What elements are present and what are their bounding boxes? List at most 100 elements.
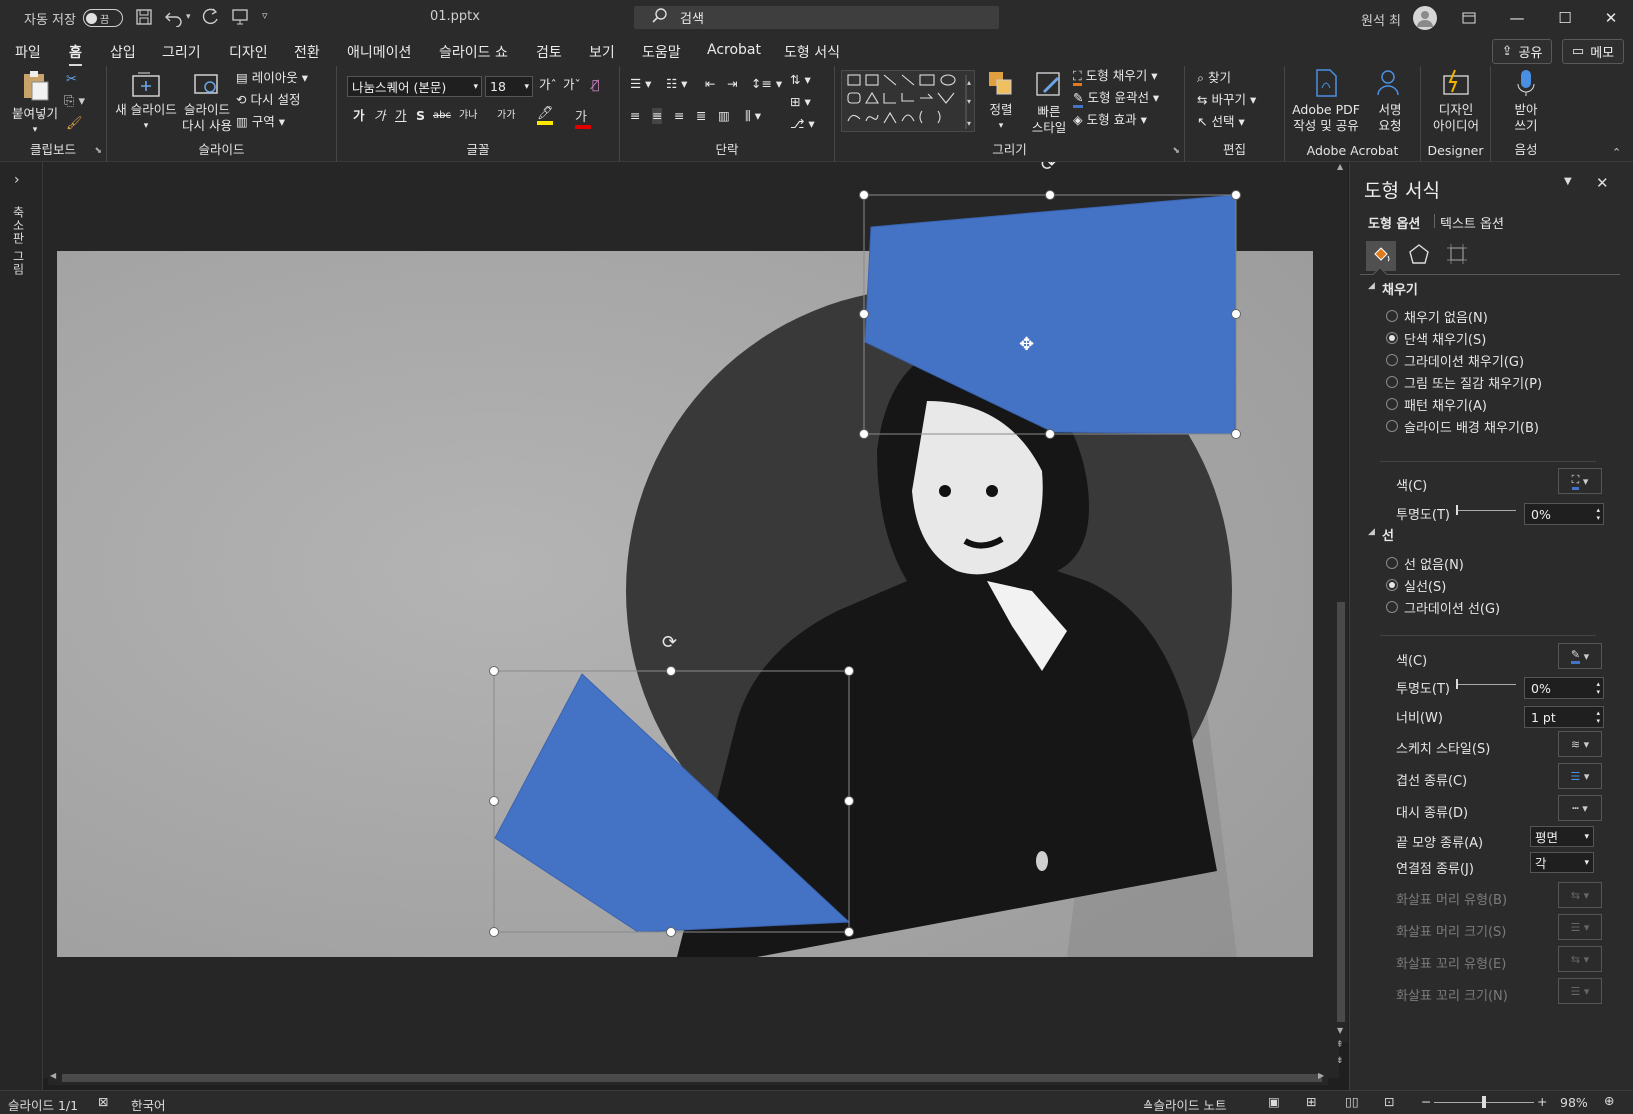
dash-type-picker[interactable]: ┅ ▾ [1558,795,1602,821]
decrease-indent-icon[interactable]: ⇤ [705,76,715,92]
save-icon[interactable] [135,8,153,30]
expand-chevron-icon[interactable]: › [14,172,20,188]
fill-option-pattern[interactable]: 패턴 채우기(A) [1386,397,1542,414]
collapse-ribbon-icon[interactable]: ⌃ [1612,146,1621,159]
arrow-end-size-picker[interactable]: ☰ ▾ [1558,978,1602,1004]
pane-close-icon[interactable]: ✕ [1596,174,1609,192]
select-button[interactable]: ↖ 선택 ▾ [1197,114,1245,130]
resize-handle[interactable] [489,927,499,937]
line-spacing-icon[interactable]: ↕≡ ▾ [751,76,782,92]
share-button[interactable]: ⇪ 공유 [1492,39,1552,64]
normal-view-icon[interactable]: ▣ [1268,1094,1280,1109]
resize-handle[interactable] [1231,190,1241,200]
autosave-toggle[interactable]: 끔 [83,9,123,27]
language-indicator[interactable]: 한국어 [131,1095,166,1114]
tab-design[interactable]: 디자인 [229,42,268,62]
arrange-button[interactable]: 정렬 ▾ [981,70,1021,134]
request-signature-button[interactable]: 서명 요청 [1367,68,1413,134]
reset-button[interactable]: ⟲ 다시 설정 [236,92,300,108]
accessibility-icon[interactable]: ⊠ [98,1094,108,1109]
highlight-color-button[interactable]: 🖊︎ [537,106,554,125]
design-ideas-button[interactable]: 디자인 아이디어 [1425,68,1487,134]
scroll-thumb[interactable] [62,1074,1322,1082]
undo-dropdown-icon[interactable]: ▾ [186,12,191,22]
tab-acrobat[interactable]: Acrobat [707,42,761,58]
pane-options-icon[interactable]: ▼ [1564,176,1572,187]
cut-icon[interactable]: ✂ [66,72,77,87]
justify-icon[interactable]: ≣ [696,108,706,124]
create-pdf-button[interactable]: Adobe PDF 작성 및 공유 [1289,68,1363,134]
tab-insert[interactable]: 삽입 [110,42,136,62]
line-color-picker[interactable]: ✎ ▾ [1558,643,1602,669]
strikethrough-button[interactable]: abc [433,108,451,124]
reuse-slides-button[interactable]: 슬라이드 다시 사용 [179,70,235,134]
present-icon[interactable] [231,8,249,30]
tab-home[interactable]: 홈 [69,42,82,67]
scroll-thumb[interactable] [1337,602,1345,1022]
bold-button[interactable]: 가 [353,108,365,124]
memo-button[interactable]: ▭ 메모 [1562,39,1624,64]
compound-type-picker[interactable]: ☰ ▾ [1558,763,1602,789]
text-direction-icon[interactable]: ⇅ ▾ [790,72,811,88]
size-properties-tab[interactable] [1442,241,1472,271]
zoom-out-icon[interactable]: − [1421,1094,1431,1109]
resize-handle[interactable] [1231,429,1241,439]
maximize-button[interactable]: ☐ [1541,0,1589,36]
tab-shape-options[interactable]: 도형 옵션 [1368,213,1420,232]
tab-help[interactable]: 도움말 [642,42,681,62]
shape-outline-button[interactable]: ✎ 도형 윤곽선 ▾ [1073,90,1159,108]
line-width-input[interactable]: 1 pt ▴ ▾ [1524,706,1604,728]
fill-transparency-slider[interactable] [1456,505,1516,515]
copy-icon[interactable]: ⎘ ▾ [64,94,85,109]
arrow-begin-size-picker[interactable]: ☰ ▾ [1558,914,1602,940]
cap-type-select[interactable]: 평면 ▾ [1530,826,1594,847]
avatar[interactable] [1413,6,1437,30]
increase-indent-icon[interactable]: ⇥ [727,76,737,92]
fill-transparency-input[interactable]: 0% ▴ ▾ [1524,503,1604,525]
arrow-begin-type-picker[interactable]: ⇆ ▾ [1558,882,1602,908]
quick-styles-button[interactable]: 빠른 스타일 [1025,70,1073,136]
fill-color-picker[interactable]: ⛶ ▾ [1558,468,1602,494]
resize-handle[interactable] [859,309,869,319]
tab-review[interactable]: 검토 [536,42,562,62]
paste-button[interactable]: 붙여넣기 ▾ [10,70,60,138]
fill-option-gradient[interactable]: 그라데이션 채우기(G) [1386,353,1542,370]
font-size-select[interactable]: 18 ▾ [485,76,533,97]
section-button[interactable]: ▥ 구역 ▾ [236,114,285,130]
numbering-icon[interactable]: ☷ ▾ [666,76,687,92]
collapse-line-icon[interactable]: ◢ [1368,527,1375,537]
prev-slide-icon[interactable]: ⇞ [1336,1040,1344,1050]
shrink-font-icon[interactable]: 가ˇ [563,77,581,93]
smartart-icon[interactable]: ⎇ ▾ [790,116,815,132]
dialog-launcher-icon[interactable]: ⬊ [1172,146,1180,156]
zoom-in-icon[interactable]: + [1537,1094,1547,1109]
change-case-button[interactable]: 가가 [497,108,515,124]
join-type-select[interactable]: 각 ▾ [1530,852,1594,873]
fill-line-tab[interactable] [1366,241,1396,271]
fill-section-title[interactable]: 채우기 [1382,279,1418,298]
shapes-gallery[interactable]: ▴ ▾ ▾ [841,70,975,132]
effects-tab[interactable] [1404,241,1434,271]
rotate-handle-icon[interactable]: ⟳ [662,632,677,653]
tab-slideshow[interactable]: 슬라이드 쇼 [439,42,508,62]
tab-transitions[interactable]: 전환 [294,42,320,62]
line-option-solid[interactable]: 실선(S) [1386,578,1500,595]
resize-handle[interactable] [1045,429,1055,439]
slideshow-icon[interactable]: ⊡ [1384,1094,1394,1109]
tab-text-options[interactable]: 텍스트 옵션 [1440,213,1504,232]
customize-qat-icon[interactable]: ▿ [262,9,268,22]
fill-option-none[interactable]: 채우기 없음(N) [1386,309,1542,326]
tab-view[interactable]: 보기 [589,42,615,62]
shape-fill-button[interactable]: ⛶ 도형 채우기 ▾ [1073,68,1157,86]
align-center-icon[interactable]: ≡ [652,108,663,124]
resize-handle[interactable] [489,666,499,676]
grow-font-icon[interactable]: 가ˆ [539,77,557,93]
line-transparency-slider[interactable] [1456,679,1516,689]
format-painter-icon[interactable]: 🖌︎ [66,116,83,131]
collapse-fill-icon[interactable]: ◢ [1368,281,1375,291]
resize-handle[interactable] [859,429,869,439]
close-button[interactable]: ✕ [1589,0,1633,36]
fill-option-solid[interactable]: 단색 채우기(S) [1386,331,1542,348]
search-input[interactable]: 검색 [680,8,704,27]
slide-editor[interactable]: ⟳ ✥ ⟳ [43,162,1339,1078]
